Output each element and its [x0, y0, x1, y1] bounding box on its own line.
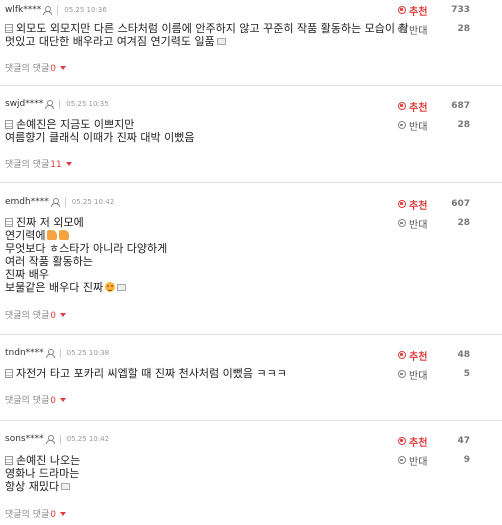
- caret-down-icon: [60, 66, 66, 70]
- reply-toggle[interactable]: 댓글의 댓글11: [5, 157, 72, 170]
- upvote-count: 47: [457, 436, 470, 446]
- divider: [59, 348, 61, 358]
- comment-meta: swjd**** 05.25 10:35: [5, 97, 109, 111]
- divider: [64, 197, 66, 207]
- upvote-count: 607: [451, 199, 470, 209]
- comment-nickname[interactable]: emdh****: [5, 197, 49, 207]
- downvote-count: 5: [463, 369, 470, 379]
- reply-toggle[interactable]: 댓글의 댓글0: [5, 393, 66, 406]
- divider: [59, 99, 61, 109]
- vote-panel: 추천 47 반대 9: [398, 434, 470, 468]
- upvote-button[interactable]: 추천 687: [398, 99, 470, 114]
- upvote-count: 687: [451, 101, 470, 111]
- comment-item: sons**** 05.25 10:42 손예진 나오는 영화나 드라마는 항상…: [0, 421, 502, 525]
- comment-meta: tndn**** 05.25 10:38: [5, 346, 109, 360]
- document-icon: [5, 456, 13, 465]
- comment-date: 05.25 10:38: [66, 349, 110, 357]
- comment-meta: wlfk**** 05.25 10:36: [5, 3, 107, 17]
- comment-date: 05.25 10:42: [66, 435, 110, 443]
- thumbs-up-emoji-icon: [47, 230, 58, 240]
- vote-panel: 추천 607 반대 28: [398, 197, 470, 231]
- vote-panel: 추천 733 반대 28: [398, 3, 470, 37]
- upvote-button[interactable]: 추천 48: [398, 348, 470, 363]
- comment-meta: emdh**** 05.25 10:42: [5, 195, 114, 209]
- comment-date: 05.25 10:42: [71, 198, 115, 206]
- comment-item: tndn**** 05.25 10:38 자전거 타고 포카리 씨엡할 때 진짜…: [0, 335, 502, 421]
- downvote-button[interactable]: 반대 28: [398, 118, 470, 133]
- downvote-button[interactable]: 반대 28: [398, 22, 470, 37]
- photo-icon: [216, 38, 226, 45]
- reply-toggle[interactable]: 댓글의 댓글0: [5, 308, 66, 321]
- thumbs-up-icon: [398, 200, 406, 208]
- comment-item: emdh**** 05.25 10:42 진짜 저 외모에 연기력에 무엇보다 …: [0, 183, 502, 335]
- thumbs-down-icon: [398, 25, 406, 33]
- reply-count: 0: [50, 396, 56, 406]
- downvote-count: 9: [463, 455, 470, 465]
- thumbs-down-icon: [398, 121, 406, 129]
- downvote-count: 28: [457, 120, 470, 130]
- user-icon: [45, 434, 55, 444]
- comment-list: wlfk**** 05.25 10:36 외모도 외모지만 다른 스타처럼 이름…: [0, 0, 502, 525]
- thumbs-up-emoji-icon: [59, 230, 70, 240]
- comment-date: 05.25 10:36: [64, 6, 107, 14]
- downvote-button[interactable]: 반대 5: [398, 367, 470, 382]
- downvote-count: 28: [457, 218, 470, 228]
- user-icon: [43, 5, 53, 15]
- thumbs-up-icon: [398, 6, 406, 14]
- user-icon: [45, 348, 55, 358]
- vote-panel: 추천 48 반대 5: [398, 348, 470, 382]
- comment-item: swjd**** 05.25 10:35 손예진은 지금도 이쁘지만 여름향기 …: [0, 86, 502, 183]
- comment-text: 손예진 나오는 영화나 드라마는 항상 재밌다: [5, 454, 81, 493]
- comment-text: 진짜 저 외모에 연기력에 무엇보다 ㅎ스타가 아니라 다양하게 여러 작품 활…: [5, 216, 168, 294]
- upvote-count: 733: [451, 5, 470, 15]
- user-icon: [50, 197, 60, 207]
- caret-down-icon: [60, 398, 66, 402]
- document-icon: [5, 218, 13, 227]
- comment-item: wlfk**** 05.25 10:36 외모도 외모지만 다른 스타처럼 이름…: [0, 0, 502, 86]
- comment-meta: sons**** 05.25 10:42: [5, 432, 109, 446]
- photo-icon: [117, 284, 127, 291]
- comment-text: 자전거 타고 포카리 씨엡할 때 진짜 천사처럼 이뻤음 ㅋㅋㅋ: [5, 367, 390, 380]
- document-icon: [5, 24, 13, 33]
- reply-count: 11: [50, 160, 62, 170]
- comment-nickname[interactable]: sons****: [5, 434, 44, 444]
- reply-toggle[interactable]: 댓글의 댓글0: [5, 507, 66, 520]
- comment-date: 05.25 10:35: [66, 100, 109, 108]
- document-icon: [5, 369, 13, 378]
- caret-down-icon: [60, 512, 66, 516]
- comment-nickname[interactable]: wlfk****: [5, 5, 41, 15]
- divider: [59, 434, 61, 444]
- reply-count: 0: [50, 510, 56, 520]
- user-icon: [45, 99, 55, 109]
- reply-count: 0: [50, 64, 56, 74]
- document-icon: [5, 120, 13, 129]
- upvote-button[interactable]: 추천 47: [398, 434, 470, 449]
- thumbs-down-icon: [398, 370, 406, 378]
- thumbs-up-icon: [398, 351, 406, 359]
- comment-nickname[interactable]: swjd****: [5, 99, 43, 109]
- upvote-button[interactable]: 추천 607: [398, 197, 470, 212]
- downvote-button[interactable]: 반대 28: [398, 216, 470, 231]
- downvote-count: 28: [457, 24, 470, 34]
- vote-panel: 추천 687 반대 28: [398, 99, 470, 133]
- thumbs-down-icon: [398, 219, 406, 227]
- photo-icon: [61, 483, 71, 490]
- comment-nickname[interactable]: tndn****: [5, 348, 44, 358]
- caret-down-icon: [65, 162, 72, 166]
- thumbs-down-icon: [398, 456, 406, 464]
- comment-text: 손예진은 지금도 이쁘지만 여름향기 클래식 이때가 진짜 대박 이뻤음: [5, 118, 195, 144]
- caret-down-icon: [60, 313, 66, 317]
- comment-text: 외모도 외모지만 다른 스타처럼 이름에 안주하지 않고 꾸준히 작품 활동하는…: [5, 22, 409, 48]
- upvote-count: 48: [457, 350, 470, 360]
- divider: [57, 5, 59, 15]
- thumbs-up-icon: [398, 102, 406, 110]
- upvote-button[interactable]: 추천 733: [398, 3, 470, 18]
- reply-toggle[interactable]: 댓글의 댓글0: [5, 61, 66, 74]
- reply-count: 0: [50, 311, 56, 321]
- heart-eyes-emoji-icon: [105, 282, 116, 292]
- thumbs-up-icon: [398, 437, 406, 445]
- downvote-button[interactable]: 반대 9: [398, 453, 470, 468]
